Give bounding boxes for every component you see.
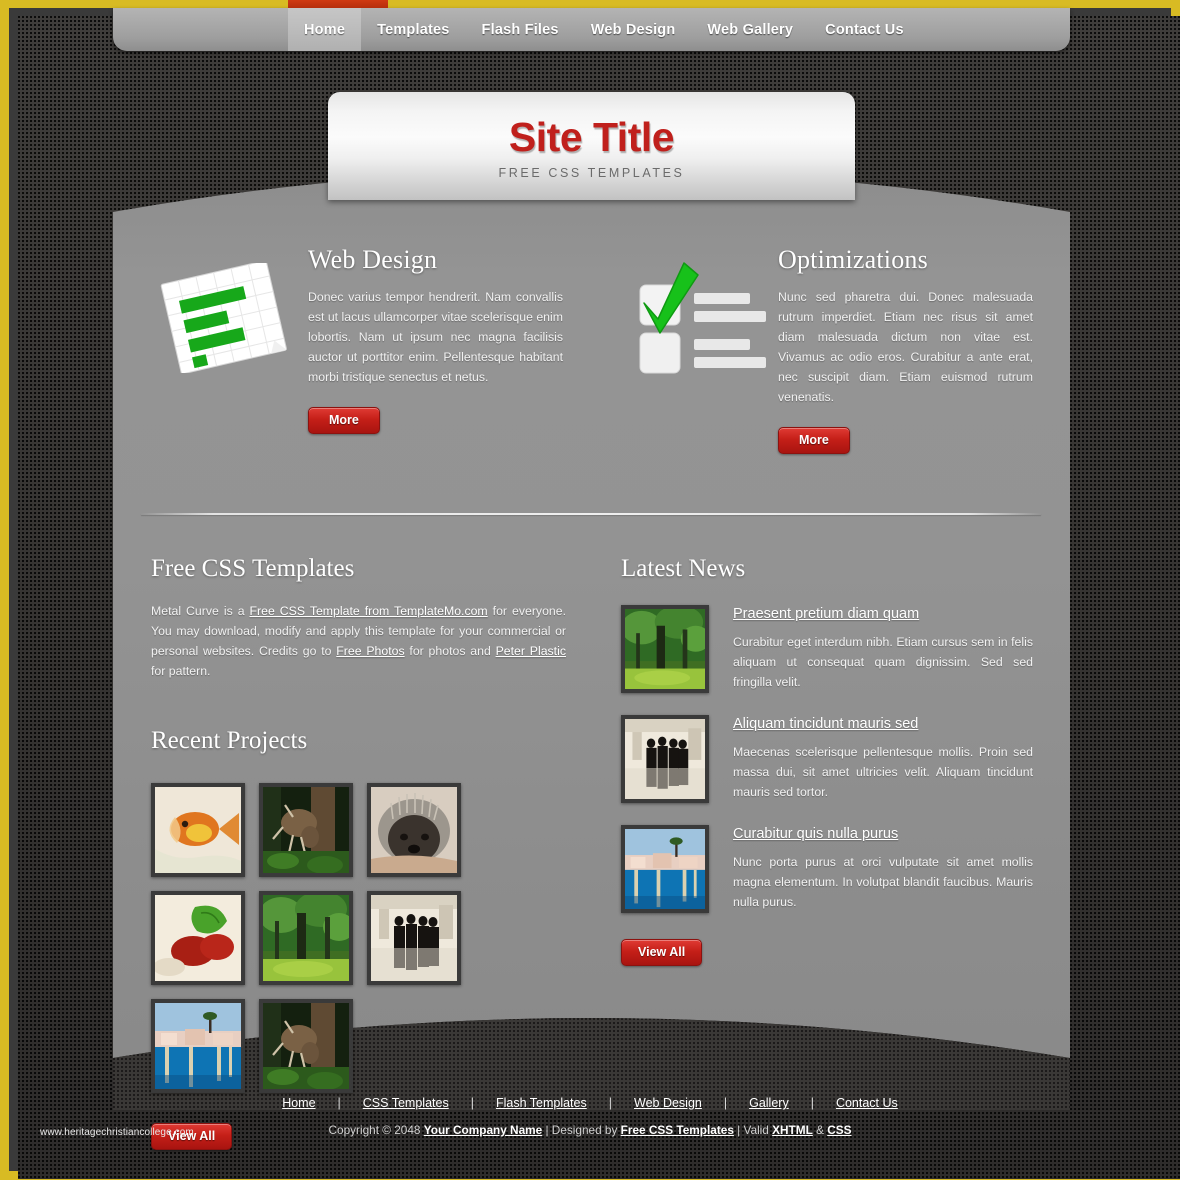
nav-item-templates[interactable]: Templates — [361, 8, 465, 51]
footer-link-home[interactable]: Home — [260, 1096, 337, 1110]
news-title-link[interactable]: Curabitur quis nulla purus — [733, 826, 898, 842]
ampersand: & — [812, 1123, 828, 1137]
nav-item-flash-files[interactable]: Flash Files — [466, 8, 575, 51]
main-content: Web Design Donec varius tempor hendrerit… — [113, 150, 1070, 1150]
section-divider — [141, 513, 1041, 515]
footer-link-web-design[interactable]: Web Design — [612, 1096, 724, 1110]
site-tagline: FREE CSS TEMPLATES — [498, 166, 685, 180]
feature-heading: Optimizations — [778, 245, 928, 274]
about-text-3: for photos and — [404, 644, 496, 658]
feature-web-design: Web Design Donec varius tempor hendrerit… — [150, 245, 563, 434]
news-item: Praesent pretium diam quam Curabitur ege… — [621, 605, 1041, 693]
project-thumbnail-grid — [151, 783, 546, 1093]
peter-plastic-link[interactable]: Peter Plastic — [496, 644, 566, 658]
project-thumb-silhouette[interactable] — [367, 891, 461, 985]
feature-optimizations: Optimizations Nunc sed pharetra dui. Don… — [620, 245, 1033, 454]
copyright-prefix: Copyright © 2048 — [328, 1123, 424, 1137]
nav-item-label: Web Design — [590, 21, 676, 38]
news-thumb-harbor[interactable] — [621, 825, 709, 913]
project-thumb-goldfish[interactable] — [151, 783, 245, 877]
footer-link-list: Home | CSS Templates | Flash Templates |… — [9, 1096, 1171, 1110]
project-thumb-harbor[interactable] — [151, 999, 245, 1093]
footer-link[interactable]: Web Design — [612, 1096, 724, 1110]
templatemo-link[interactable]: Free CSS Template from TemplateMo.com — [250, 604, 488, 618]
news-item: Aliquam tincidunt mauris sed Maecenas sc… — [621, 715, 1041, 803]
watermark-text: www.heritagechristiancollege.com — [40, 1127, 194, 1138]
news-body: Praesent pretium diam quam Curabitur ege… — [733, 605, 1033, 693]
news-text: Nunc porta purus at orci vulputate sit a… — [733, 855, 1033, 909]
footer-link[interactable]: Flash Templates — [474, 1096, 609, 1110]
nav-accent-bar — [288, 0, 388, 8]
news-heading: Latest News — [621, 555, 746, 582]
footer-link-flash-templates[interactable]: Flash Templates — [474, 1096, 609, 1110]
project-thumb-dog[interactable] — [367, 783, 461, 877]
more-button-optimizations[interactable]: More — [778, 427, 850, 454]
project-thumb-deer-2[interactable] — [259, 999, 353, 1093]
css-link[interactable]: CSS — [827, 1123, 851, 1137]
news-title-link[interactable]: Praesent pretium diam quam — [733, 606, 919, 622]
designed-by-label: | Designed by — [542, 1123, 621, 1137]
about-text-4: for pattern. — [151, 664, 211, 678]
footer-link-gallery[interactable]: Gallery — [727, 1096, 811, 1110]
valid-label: | Valid — [733, 1123, 773, 1137]
news-title-link[interactable]: Aliquam tincidunt mauris sed — [733, 716, 918, 732]
xhtml-link[interactable]: XHTML — [772, 1123, 813, 1137]
feature-body: Nunc sed pharetra dui. Donec malesuada r… — [778, 290, 1033, 404]
news-body: Curabitur quis nulla purus Nunc porta pu… — [733, 825, 1033, 913]
nav-item-label: Contact Us — [825, 21, 904, 38]
nav-item-web-design[interactable]: Web Design — [575, 8, 692, 51]
about-text-1: Metal Curve is a — [151, 604, 250, 618]
nav-item-web-gallery[interactable]: Web Gallery — [691, 8, 809, 51]
feature-body: Donec varius tempor hendrerit. Nam conva… — [308, 290, 563, 384]
news-thumb-forest[interactable] — [621, 605, 711, 693]
news-text: Curabitur eget interdum nibh. Etiam curs… — [733, 635, 1033, 689]
nav-item-label: Flash Files — [481, 21, 559, 38]
designer-link[interactable]: Free CSS Templates — [621, 1123, 734, 1137]
company-link[interactable]: Your Company Name — [424, 1123, 542, 1137]
footer-link-css-templates[interactable]: CSS Templates — [341, 1096, 471, 1110]
news-body: Aliquam tincidunt mauris sed Maecenas sc… — [733, 715, 1033, 803]
nav-item-label: Web Gallery — [707, 21, 794, 38]
feature-heading: Web Design — [308, 245, 438, 274]
about-heading: Free CSS Templates — [151, 555, 355, 582]
project-thumb-dessert[interactable] — [151, 891, 245, 985]
feature-text-wrap: Web Design Donec varius tempor hendrerit… — [308, 245, 563, 434]
right-column: Latest News Praesent pretium diam quam C… — [621, 555, 1041, 966]
footer-link[interactable]: Home — [260, 1096, 337, 1110]
free-photos-link[interactable]: Free Photos — [336, 644, 404, 658]
more-button-web-design[interactable]: More — [308, 407, 380, 434]
left-column: Free CSS Templates Metal Curve is a Free… — [151, 555, 566, 1150]
footer-link[interactable]: Gallery — [727, 1096, 811, 1110]
footer-link[interactable]: CSS Templates — [341, 1096, 471, 1110]
project-thumb-forest[interactable] — [259, 891, 355, 985]
news-thumb-silhouette[interactable] — [621, 715, 709, 803]
chart-paper-icon — [150, 253, 295, 373]
about-paragraph: Metal Curve is a Free CSS Template from … — [151, 601, 566, 681]
project-thumb-deer[interactable] — [259, 783, 353, 877]
top-navigation-bar: Home Templates Flash Files Web Design We… — [113, 8, 1070, 51]
news-item: Curabitur quis nulla purus Nunc porta pu… — [621, 825, 1041, 913]
nav-item-label: Templates — [377, 21, 450, 38]
footer-link[interactable]: Contact Us — [814, 1096, 920, 1110]
nav-list: Home Templates Flash Files Web Design We… — [113, 8, 920, 51]
news-view-all-button[interactable]: View All — [621, 939, 703, 966]
projects-heading: Recent Projects — [151, 727, 308, 754]
site-title: Site Title — [508, 114, 675, 160]
nav-item-home[interactable]: Home — [288, 8, 362, 51]
nav-item-contact-us[interactable]: Contact Us — [809, 8, 920, 51]
news-text: Maecenas scelerisque pellentesque mollis… — [733, 745, 1033, 799]
checklist-icon — [620, 253, 766, 374]
nav-item-label: Home — [304, 21, 346, 38]
footer-link-contact-us[interactable]: Contact Us — [814, 1096, 920, 1110]
site-logo-plate[interactable]: Site Title FREE CSS TEMPLATES — [328, 92, 855, 200]
feature-text-wrap: Optimizations Nunc sed pharetra dui. Don… — [778, 245, 1033, 454]
